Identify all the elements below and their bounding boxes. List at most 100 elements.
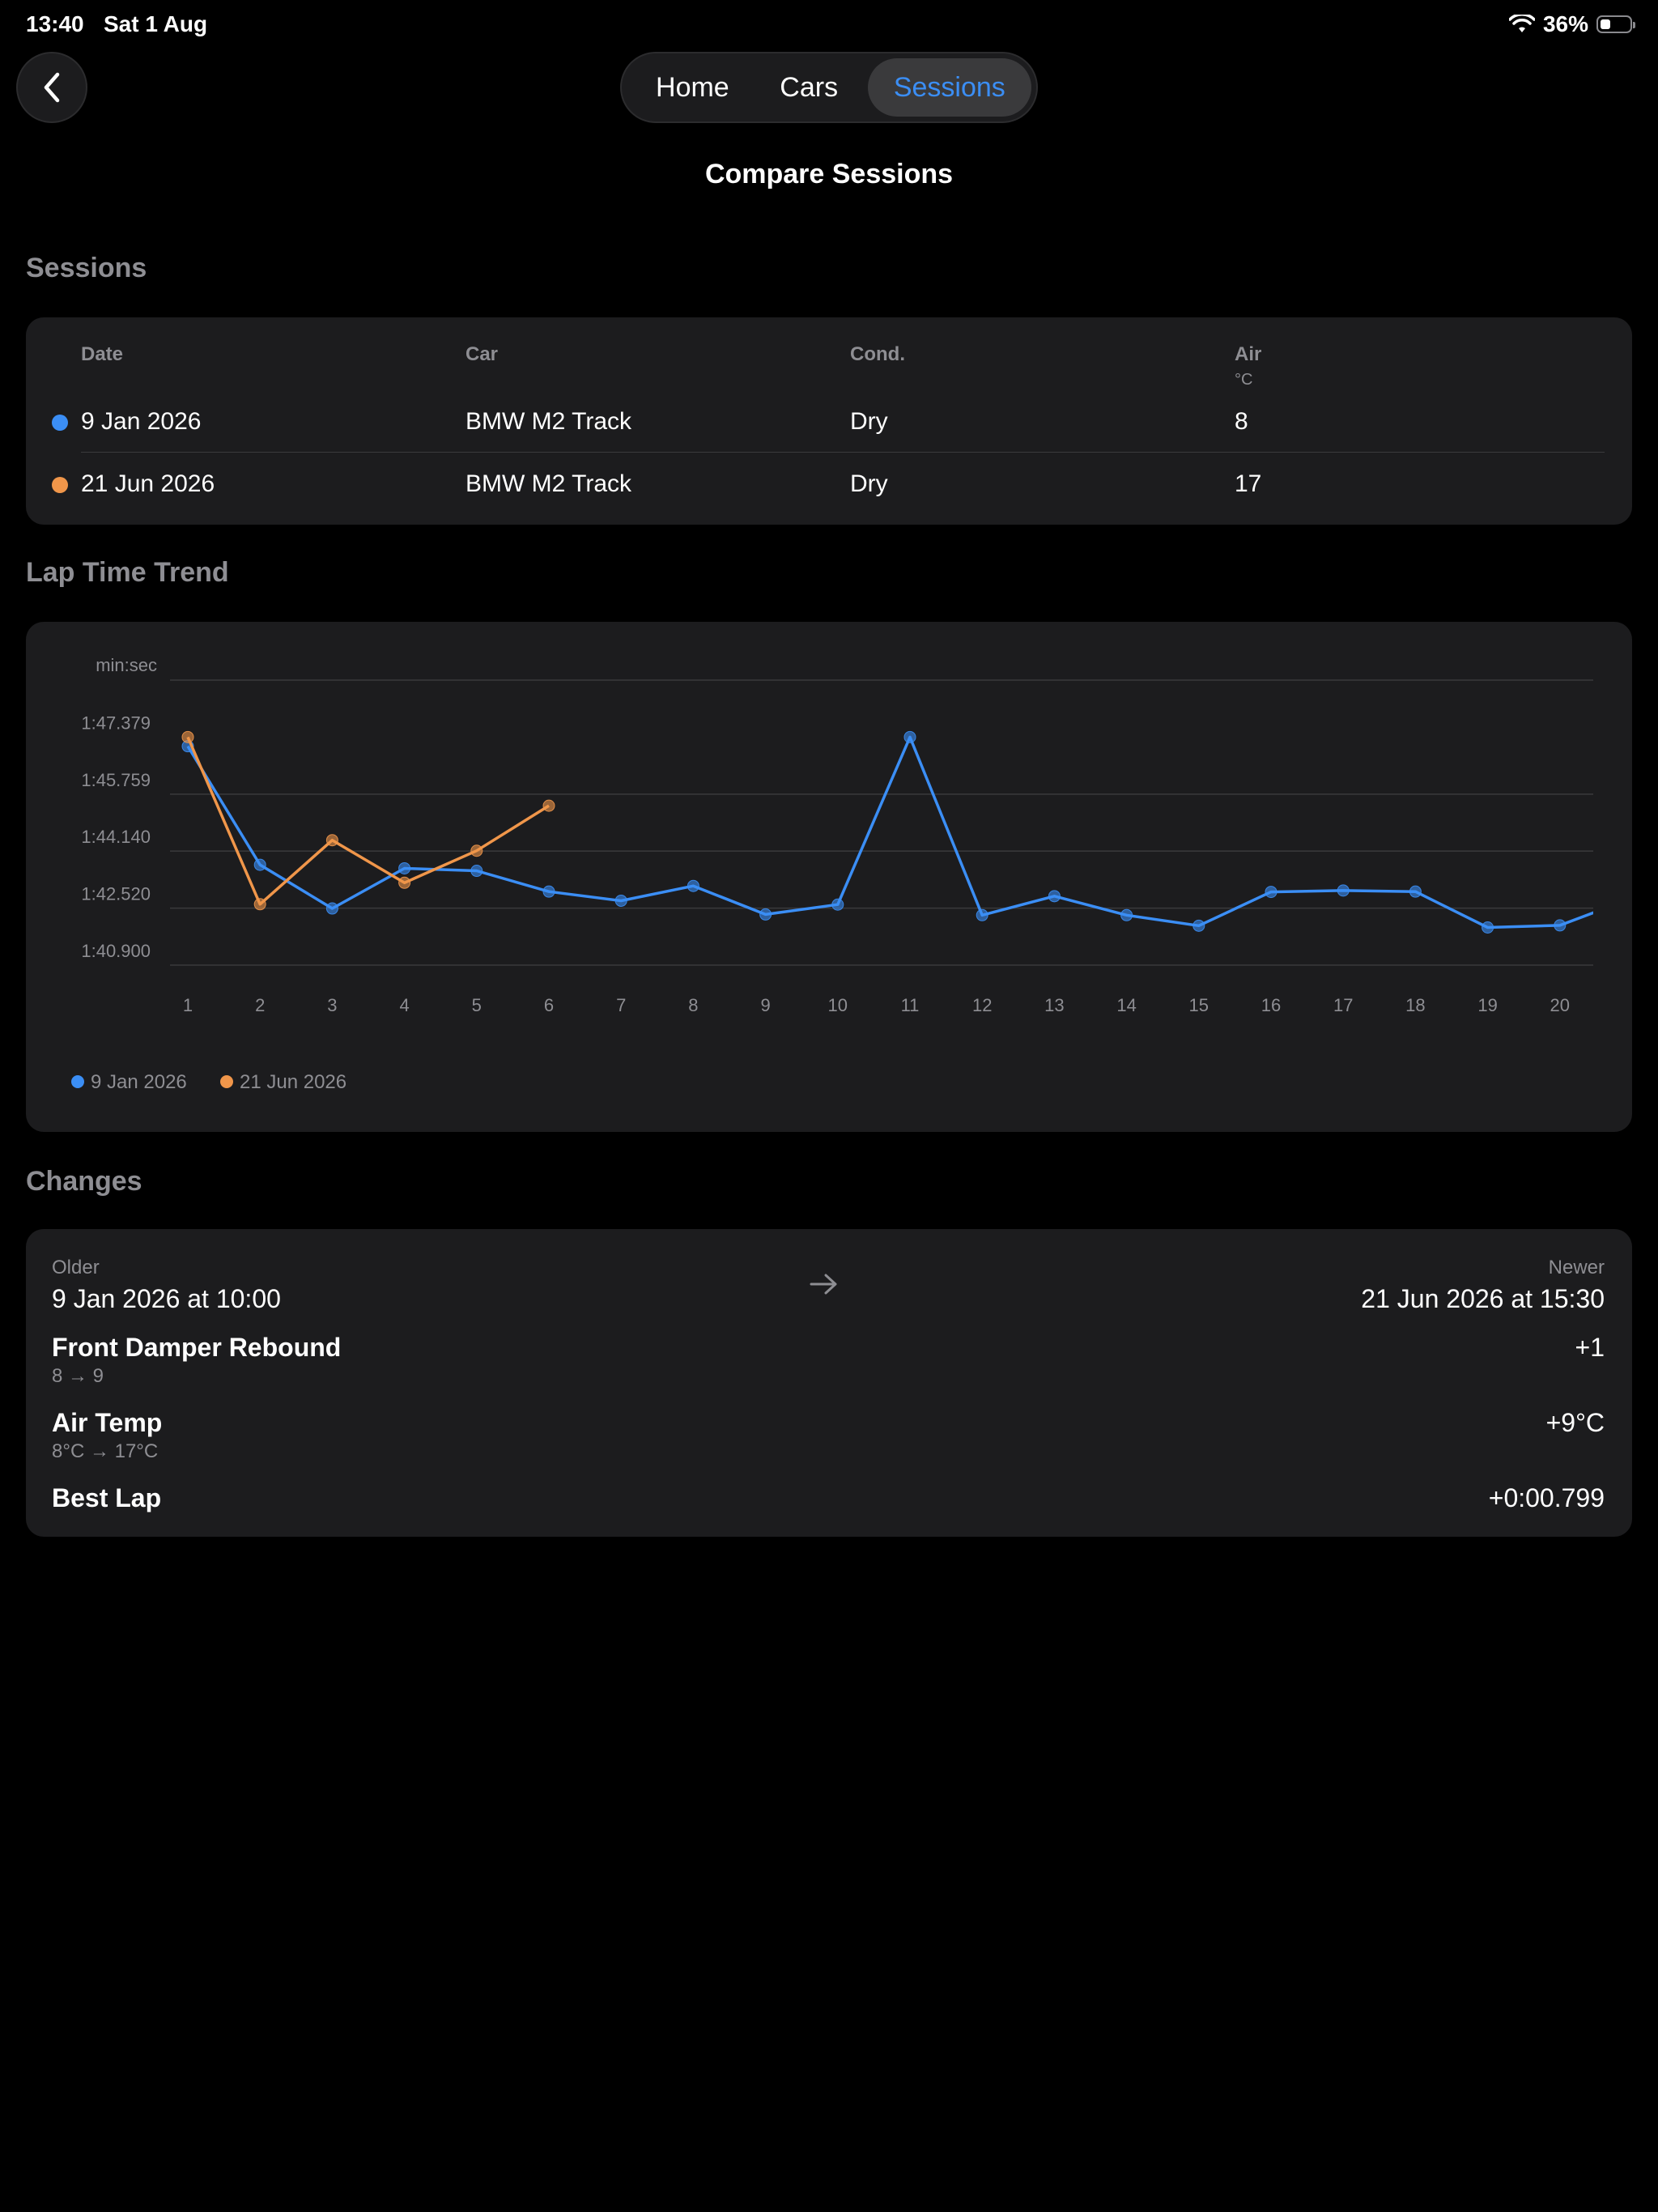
x-tick-label: 6 <box>544 995 554 1015</box>
change-name: Best Lap <box>52 1483 162 1512</box>
column-car: Car <box>466 343 499 365</box>
data-point <box>759 908 772 921</box>
row-cond: Dry <box>850 408 888 435</box>
older-label: Older <box>52 1257 100 1278</box>
status-date: Sat 1 Aug <box>104 11 208 36</box>
nav-segmented-control: Home Cars Sessions <box>620 52 1038 123</box>
x-tick-label: 15 <box>1189 995 1209 1015</box>
y-tick-label: 1:42.520 <box>81 884 151 904</box>
row-car: BMW M2 Track <box>466 470 632 497</box>
x-tick-label: 17 <box>1333 995 1353 1015</box>
row-air: 8 <box>1235 408 1248 435</box>
data-point <box>903 730 916 743</box>
data-point <box>542 799 555 812</box>
lap-trend-header: Lap Time Trend <box>26 557 229 588</box>
back-button[interactable] <box>16 52 87 123</box>
changes-header: Changes <box>26 1166 142 1197</box>
series-line <box>186 735 1593 929</box>
row-air: 17 <box>1235 470 1262 497</box>
session-color-dot <box>52 477 68 493</box>
data-point <box>325 902 338 915</box>
change-delta: +0:00.799 <box>1488 1483 1605 1512</box>
newer-label: Newer <box>1548 1257 1605 1278</box>
row-cond: Dry <box>850 470 888 497</box>
y-tick-label: 1:44.140 <box>81 827 151 847</box>
data-point <box>470 844 483 857</box>
data-point <box>1409 885 1422 898</box>
x-tick-label: 12 <box>972 995 992 1015</box>
row-date: 21 Jun 2026 <box>81 470 215 497</box>
y-tick-label: 1:45.759 <box>81 770 151 790</box>
x-tick-label: 13 <box>1044 995 1064 1015</box>
data-point <box>325 834 338 847</box>
x-tick-label: 19 <box>1477 995 1497 1015</box>
series-line <box>186 736 550 906</box>
data-point <box>542 885 555 898</box>
x-tick-label: 10 <box>828 995 848 1015</box>
data-point <box>1554 919 1567 932</box>
status-time: 13:40 <box>26 11 84 36</box>
x-tick-label: 5 <box>472 995 482 1015</box>
x-tick-label: 20 <box>1550 995 1570 1015</box>
data-point <box>253 898 266 911</box>
data-point <box>181 730 194 743</box>
y-tick-label: 1:47.379 <box>81 713 151 733</box>
sessions-header: Sessions <box>26 253 147 283</box>
row-car: BMW M2 Track <box>466 408 632 435</box>
data-point <box>1337 884 1350 897</box>
legend-label: 9 Jan 2026 <box>91 1071 187 1093</box>
session-color-dot <box>52 415 68 431</box>
row-date: 9 Jan 2026 <box>81 408 202 435</box>
data-point <box>1120 908 1133 921</box>
page-title: Compare Sessions <box>704 159 954 189</box>
tab-home[interactable]: Home <box>630 58 755 117</box>
battery-level <box>1601 19 1610 29</box>
legend-label: 21 Jun 2026 <box>240 1071 346 1093</box>
x-tick-label: 18 <box>1405 995 1425 1015</box>
x-tick-label: 2 <box>255 995 265 1015</box>
x-tick-label: 1 <box>183 995 193 1015</box>
data-point <box>1482 921 1494 934</box>
data-point <box>1192 919 1205 932</box>
data-point <box>253 858 266 871</box>
data-point <box>976 908 988 921</box>
x-tick-label: 4 <box>399 995 409 1015</box>
data-point <box>687 879 699 892</box>
battery-percent: 36% <box>1542 11 1588 36</box>
legend-marker <box>220 1075 233 1088</box>
column-cond: Cond. <box>850 343 905 365</box>
change-detail: 8 → 9 <box>52 1365 104 1387</box>
data-point <box>398 861 411 874</box>
data-point <box>1048 890 1061 903</box>
change-delta: +9°C <box>1545 1408 1605 1437</box>
status-bar: 13:40 Sat 1 Aug 36% <box>0 0 1658 52</box>
tab-sessions[interactable]: Sessions <box>867 58 1031 117</box>
x-tick-label: 16 <box>1261 995 1281 1015</box>
arrow-right-icon <box>810 1274 837 1295</box>
data-point <box>831 898 844 911</box>
x-tick-label: 14 <box>1116 995 1136 1015</box>
older-date: 9 Jan 2026 at 10:00 <box>52 1284 281 1313</box>
column-air: Air <box>1235 343 1262 365</box>
lap-time-chart: min:sec 1:47.379 1:45.759 1:44.140 1:42.520 1… <box>71 655 1593 1093</box>
lap-trend-card: min:sec 1:47.379 1:45.759 1:44.140 1:42.520 1… <box>26 622 1632 1132</box>
data-point <box>398 876 411 889</box>
wifi-icon <box>1508 15 1535 32</box>
sessions-card <box>26 317 1632 525</box>
change-detail: 8°C → 17°C <box>52 1440 159 1462</box>
newer-date: 21 Jun 2026 at 15:30 <box>1361 1284 1605 1313</box>
x-tick-label: 9 <box>760 995 770 1015</box>
tab-cars[interactable]: Cars <box>755 58 863 117</box>
x-tick-label: 11 <box>901 995 920 1015</box>
y-axis-unit-label: min:sec <box>96 655 157 675</box>
data-point <box>614 894 627 907</box>
change-name: Front Damper Rebound <box>52 1333 342 1362</box>
y-tick-label: 1:40.900 <box>81 941 151 961</box>
legend-marker <box>71 1075 84 1088</box>
x-tick-label: 7 <box>616 995 626 1015</box>
change-delta: +1 <box>1575 1333 1605 1362</box>
column-date: Date <box>81 343 124 365</box>
x-tick-label: 8 <box>688 995 698 1015</box>
column-air-unit: °C <box>1235 371 1253 389</box>
battery-icon <box>1596 15 1635 33</box>
